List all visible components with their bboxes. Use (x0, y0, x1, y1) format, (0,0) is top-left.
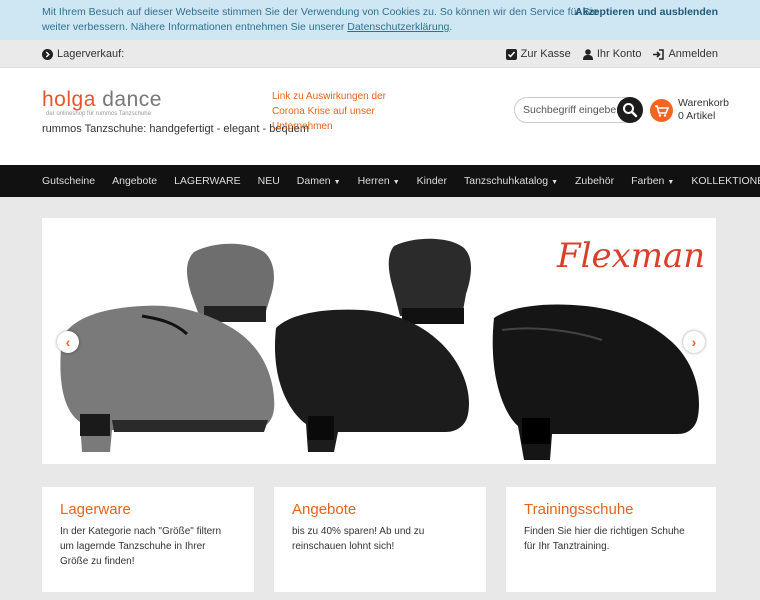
cookie-suffix: . (449, 21, 453, 33)
user-icon (582, 48, 593, 60)
logo-wordmark: holga dance (42, 88, 309, 112)
nav-item-tanzschuhkatalog[interactable]: Tanzschuhkatalog ▼ (464, 175, 558, 187)
nav-item-angebote[interactable]: Angebote (112, 175, 157, 187)
nav-item-lagerware[interactable]: LAGERWARE (174, 175, 241, 187)
privacy-link[interactable]: Datenschutzerklärung (347, 21, 449, 33)
card-title: Lagerware (60, 501, 131, 518)
nav-item-label: Angebote (112, 175, 158, 187)
checkout-label: Zur Kasse (520, 48, 571, 60)
chevron-circle-right-icon (42, 48, 53, 60)
slider-prev-button[interactable]: ‹ (57, 331, 79, 353)
chevron-right-icon: › (691, 334, 697, 350)
card-text: Finden Sie hier die richtigen Schuhe für… (524, 526, 685, 552)
nav-item-label: Herren (357, 175, 390, 187)
nav-item-label: Gutscheine (42, 175, 96, 187)
card-trainingsschuhe[interactable]: Trainingsschuhe Finden Sie hier die rich… (506, 487, 716, 592)
card-text: bis zu 40% sparen! Ab und zu reinschauen… (292, 526, 425, 552)
cart-label: Warenkorb (678, 97, 729, 109)
nav-item-label: Damen (296, 175, 331, 187)
login-link[interactable]: Anmelden (653, 40, 718, 68)
hero-slider: Flexman ‹ › (42, 218, 716, 464)
nav-item-gutscheine[interactable]: Gutscheine (42, 175, 95, 187)
nav-item-zubehör[interactable]: Zubehör (575, 175, 614, 187)
card-text: In der Kategorie nach "Größe" filtern um… (60, 526, 222, 567)
slogan: rummos Tanzschuhe: handgefertigt - elega… (42, 123, 310, 135)
nav-item-damen[interactable]: Damen ▼ (297, 175, 341, 187)
account-label: Ihr Konto (596, 48, 642, 60)
login-label: Anmelden (668, 48, 718, 60)
card-title: Angebote (292, 501, 357, 518)
slider-next-button[interactable]: › (683, 331, 705, 353)
chevron-left-icon: ‹ (65, 334, 71, 350)
caret-down-icon: ▼ (667, 179, 675, 186)
account-link[interactable]: Ihr Konto (582, 40, 642, 68)
feature-cards: Lagerware In der Kategorie nach "Größe" … (42, 487, 716, 592)
sign-in-icon (653, 48, 665, 60)
header: holga dance der onlineshop für rummos Ta… (0, 68, 760, 165)
caret-down-icon: ▼ (333, 179, 341, 186)
logo-dance: dance (95, 88, 162, 111)
corona-info-link[interactable]: Link zu Auswirkungen der Corona Krise au… (272, 89, 392, 134)
caret-down-icon: ▼ (551, 179, 558, 186)
flexman-brand-text: Flexman (557, 236, 706, 276)
nav-item-kinder[interactable]: Kinder (417, 175, 447, 187)
cookie-message: Mit Ihrem Besuch auf dieser Webseite sti… (42, 5, 602, 35)
nav-item-kollektionen[interactable]: KOLLEKTIONEN▼ (691, 175, 760, 187)
logo-tagline: der onlineshop für rummos Tanzschuhe (46, 111, 151, 117)
main-nav: Gutscheine Angebote LAGERWARE NEU Damen ▼ Herr… (0, 165, 760, 197)
nav-item-neu[interactable]: NEU (258, 175, 280, 187)
cart-button[interactable] (650, 99, 673, 122)
nav-item-farben[interactable]: Farben ▼ (631, 175, 674, 187)
nav-item-herren[interactable]: Herren ▼ (358, 175, 400, 187)
lagerverkauf-label: Lagerverkauf: (57, 48, 125, 60)
card-lagerware[interactable]: Lagerware In der Kategorie nach "Größe" … (42, 487, 254, 592)
lagerverkauf[interactable]: Lagerverkauf: (42, 40, 124, 68)
check-square-icon (505, 48, 517, 60)
logo-holga: holga (42, 88, 96, 111)
nav-item-label: Farben (631, 175, 665, 187)
cookie-banner: Mit Ihrem Besuch auf dieser Webseite sti… (0, 0, 760, 40)
cookie-text: Mit Ihrem Besuch auf dieser Webseite sti… (42, 6, 598, 33)
top-bar: Lagerverkauf: Zur Kasse Ihr Konto Anmeld… (0, 40, 760, 68)
nav-item-label: Zubehör (575, 175, 615, 187)
nav-item-label: NEU (257, 175, 280, 187)
card-angebote[interactable]: Angebote bis zu 40% sparen! Ab und zu re… (274, 487, 486, 592)
caret-down-icon: ▼ (392, 179, 400, 186)
nav-item-label: LAGERWARE (174, 175, 241, 187)
checkout-link[interactable]: Zur Kasse (505, 40, 571, 68)
search-button[interactable] (617, 97, 643, 123)
logo[interactable]: holga dance der onlineshop für rummos Ta… (42, 88, 309, 135)
cookie-accept-button[interactable]: Akzeptieren und ausblenden (575, 5, 718, 20)
nav-item-label: Kinder (416, 175, 447, 187)
nav-item-label: KOLLEKTIONEN (691, 175, 760, 187)
search-icon (623, 103, 638, 118)
cart-icon (655, 105, 670, 117)
nav-item-label: Tanzschuhkatalog (464, 175, 549, 187)
cart-count: 0 Artikel (678, 110, 716, 122)
card-title: Trainingsschuhe (524, 501, 634, 518)
cart-summary[interactable]: Warenkorb 0 Artikel (678, 97, 729, 123)
